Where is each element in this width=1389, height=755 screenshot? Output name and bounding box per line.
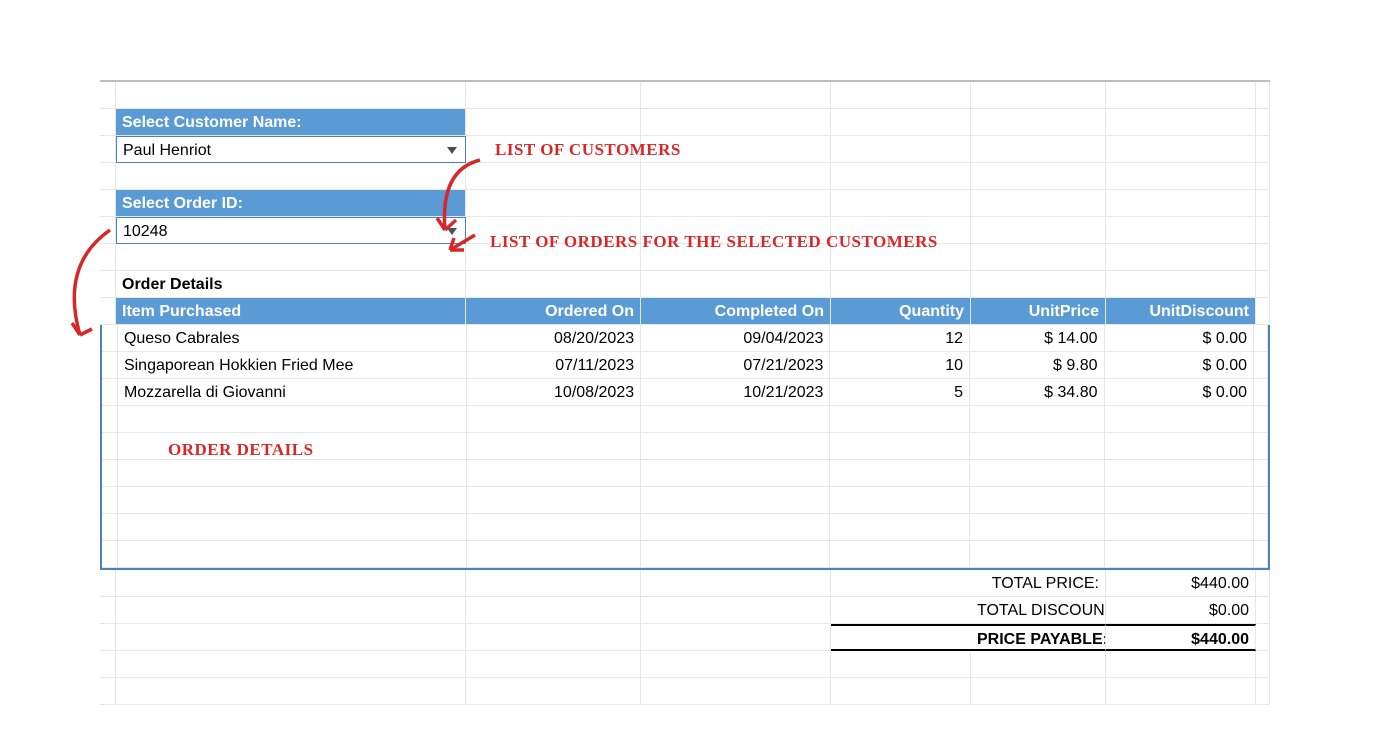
cell-unitprice[interactable]: $ 14.00 — [970, 325, 1105, 352]
order-id-dropdown[interactable]: 10248 — [116, 217, 466, 244]
table-row: Mozzarella di Giovanni 10/08/2023 10/21/… — [102, 379, 1268, 406]
cell-quantity[interactable]: 12 — [830, 325, 970, 352]
th-completed-on: Completed On — [641, 298, 831, 325]
price-payable-value: $440.00 — [1106, 624, 1256, 651]
th-unitprice: UnitPrice — [971, 298, 1106, 325]
table-row: Singaporean Hokkien Fried Mee 07/11/2023… — [102, 352, 1268, 379]
annotation-orders: LIST OF ORDERS FOR THE SELECTED CUSTOMER… — [490, 232, 938, 252]
cell-ordered-on[interactable]: 08/20/2023 — [467, 325, 641, 352]
annotation-customers: LIST OF CUSTOMERS — [495, 140, 681, 160]
table-row: Queso Cabrales 08/20/2023 09/04/2023 12 … — [102, 325, 1268, 352]
order-id-value: 10248 — [123, 223, 168, 240]
price-payable-label: PRICE PAYABLE: — [971, 624, 1106, 651]
cell-unitprice[interactable]: $ 34.80 — [970, 379, 1105, 406]
chevron-down-icon[interactable] — [447, 228, 457, 235]
cell-completed-on[interactable]: 09/04/2023 — [641, 325, 830, 352]
customer-name-value: Paul Henriot — [123, 142, 211, 159]
cell-item[interactable]: Mozzarella di Giovanni — [118, 379, 467, 406]
chevron-down-icon[interactable] — [447, 147, 457, 154]
cell-quantity[interactable]: 10 — [830, 352, 970, 379]
cell-unitdiscount[interactable]: $ 0.00 — [1105, 352, 1255, 379]
cell-completed-on[interactable]: 10/21/2023 — [641, 379, 830, 406]
cell-unitdiscount[interactable]: $ 0.00 — [1105, 379, 1255, 406]
cell-ordered-on[interactable]: 10/08/2023 — [467, 379, 641, 406]
th-quantity: Quantity — [831, 298, 971, 325]
cell-unitdiscount[interactable]: $ 0.00 — [1105, 325, 1255, 352]
cell-unitprice[interactable]: $ 9.80 — [970, 352, 1105, 379]
order-details-title: Order Details — [116, 271, 466, 298]
total-discount-label: TOTAL DISCOUNT: — [971, 597, 1106, 624]
cell-completed-on[interactable]: 07/21/2023 — [641, 352, 830, 379]
customer-name-dropdown[interactable]: Paul Henriot — [116, 136, 466, 163]
total-discount-value: $0.00 — [1106, 597, 1256, 624]
cell-quantity[interactable]: 5 — [830, 379, 970, 406]
cell-item[interactable]: Queso Cabrales — [118, 325, 467, 352]
th-ordered-on: Ordered On — [466, 298, 641, 325]
annotation-details: ORDER DETAILS — [168, 440, 314, 460]
select-customer-label: Select Customer Name: — [116, 109, 466, 136]
th-item: Item Purchased — [116, 298, 466, 325]
total-price-value: $440.00 — [1106, 570, 1256, 597]
select-order-label: Select Order ID: — [116, 190, 466, 217]
spreadsheet-grid: Select Customer Name: Paul Henriot Selec… — [100, 80, 1270, 705]
total-price-label: TOTAL PRICE: — [971, 570, 1106, 597]
th-unitdiscount: UnitDiscount — [1106, 298, 1256, 325]
cell-item[interactable]: Singaporean Hokkien Fried Mee — [118, 352, 467, 379]
cell-ordered-on[interactable]: 07/11/2023 — [467, 352, 641, 379]
table-header-row: Item Purchased Ordered On Completed On Q… — [100, 298, 1270, 325]
